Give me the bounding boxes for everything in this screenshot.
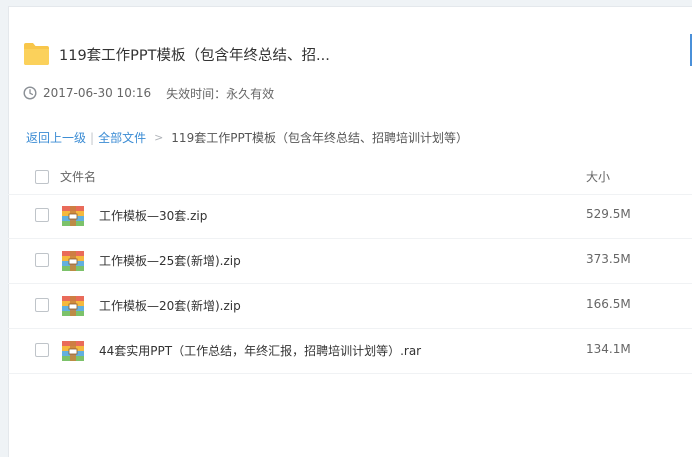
file-checkbox[interactable] <box>35 343 49 357</box>
clock-icon <box>23 86 37 100</box>
file-name[interactable]: 工作模板—25套(新增).zip <box>99 252 241 269</box>
select-all-checkbox[interactable] <box>35 170 49 184</box>
breadcrumb: 返回上一级 | 全部文件 > 119套工作PPT模板（包含年终总结、招聘培训计划… <box>26 129 468 146</box>
archive-icon <box>62 296 84 316</box>
file-checkbox[interactable] <box>35 298 49 312</box>
column-name-header[interactable]: 文件名 <box>60 168 96 185</box>
file-checkbox[interactable] <box>35 208 49 222</box>
share-title: 119套工作PPT模板（包含年终总结、招... <box>59 48 330 64</box>
breadcrumb-arrow: > <box>154 131 164 144</box>
all-files-link[interactable]: 全部文件 <box>98 129 146 146</box>
current-folder: 119套工作PPT模板（包含年终总结、招聘培训计划等） <box>171 131 469 145</box>
file-row[interactable]: 44套实用PPT（工作总结，年终汇报，招聘培训计划等）.rar 134.1M <box>8 329 692 374</box>
expiry-text: 失效时间：永久有效 <box>166 86 275 101</box>
column-size-header[interactable]: 大小 <box>586 168 610 185</box>
share-meta: 2017-06-30 10:16 失效时间：永久有效 <box>23 84 274 102</box>
file-row[interactable]: 工作模板—25套(新增).zip 373.5M <box>8 239 692 284</box>
file-name[interactable]: 工作模板—30套.zip <box>99 207 207 224</box>
file-name[interactable]: 44套实用PPT（工作总结，年终汇报，招聘培训计划等）.rar <box>99 342 421 359</box>
file-size: 134.1M <box>586 342 631 356</box>
archive-icon <box>62 251 84 271</box>
folder-icon <box>24 43 49 65</box>
file-checkbox[interactable] <box>35 253 49 267</box>
file-name[interactable]: 工作模板—20套(新增).zip <box>99 297 241 314</box>
breadcrumb-separator: | <box>90 130 95 145</box>
archive-icon <box>62 341 84 361</box>
archive-icon <box>62 206 84 226</box>
file-size: 373.5M <box>586 252 631 266</box>
back-link[interactable]: 返回上一级 <box>26 129 86 146</box>
share-date: 2017-06-30 10:16 <box>43 86 152 100</box>
file-size: 166.5M <box>586 297 631 311</box>
file-row[interactable]: 工作模板—20套(新增).zip 166.5M <box>8 284 692 329</box>
file-size: 529.5M <box>586 207 631 221</box>
file-row[interactable]: 工作模板—30套.zip 529.5M <box>8 194 692 239</box>
file-list-header: 文件名 大小 <box>8 160 692 195</box>
